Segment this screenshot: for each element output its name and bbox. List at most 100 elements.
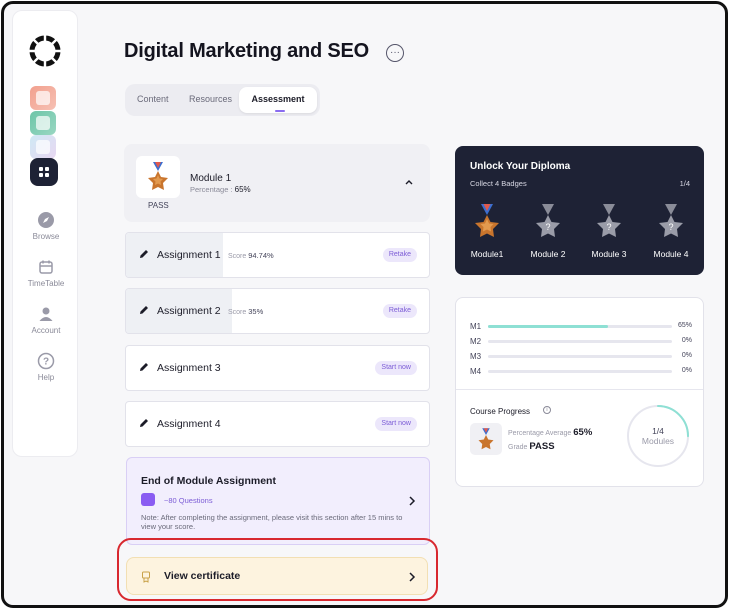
pencil-icon [140,419,148,427]
badge-label: Module1 [470,249,504,259]
assignment-row[interactable]: Assignment 2 Score 35% Retake [125,288,430,334]
percentage-average: Percentage Average 65% [508,427,593,438]
app-thumbnail[interactable] [30,111,56,135]
app-thumbnail[interactable] [30,135,56,159]
sidebar-item-browse[interactable]: Browse [13,211,79,241]
module-badge-locked: ? [523,204,573,240]
pencil-icon [140,363,148,371]
tab-bar: Content Resources Assessment [125,84,320,116]
medal-icon [478,427,494,449]
module-badge-unlocked [462,204,512,240]
grid-icon [39,167,49,177]
chevron-right-icon[interactable] [408,496,416,506]
module-progress-value: 0% [681,352,692,359]
tab-content[interactable]: Content [137,94,169,104]
grade: Grade PASS [508,441,555,452]
course-progress-title: Course Progress [470,407,531,416]
certificate-icon [142,571,150,583]
module-progress-label: M1 [470,322,482,331]
diploma-subtitle: Collect 4 Badges [470,179,527,188]
end-of-module-title: End of Module Assignment [141,475,276,487]
view-certificate-button[interactable]: View certificate [126,557,428,595]
badge-label: Module 2 [530,249,566,259]
modules-progress-text: 1/4 Modules [641,426,675,446]
sidebar-item-label: Account [31,326,61,335]
module-card[interactable]: PASS Module 1 Percentage : 65% [124,144,430,222]
progress-track [488,340,672,343]
locked-medal-icon: ? [597,204,621,237]
module-progress-row: M3 0% [470,352,692,362]
assignment-score: Score 94.74% [228,251,274,260]
folder-icon [141,493,155,506]
end-of-module-note: Note: After completing the assignment, p… [141,513,403,531]
brand-logo-icon[interactable] [28,34,62,68]
user-icon [39,307,53,321]
progress-track [488,355,672,358]
app-thumbnail[interactable] [30,86,56,110]
progress-track [488,370,672,373]
end-of-module-card[interactable]: End of Module Assignment ~80 Questions N… [126,457,430,545]
module-percentage: Percentage : 65% [190,185,251,194]
assignment-score: Score 35% [228,307,264,316]
medal-icon [148,162,168,190]
assignment-name: Assignment 4 [157,418,221,430]
chevron-right-icon [409,572,416,582]
apps-grid-button[interactable] [30,158,58,186]
compass-icon [38,212,54,228]
svg-text:?: ? [668,222,673,232]
pencil-icon [140,250,148,258]
module-name: Module 1 [190,173,232,184]
percentage-label: Percentage : [190,185,233,194]
assignment-name: Assignment 2 [157,305,221,317]
info-icon[interactable]: i [543,406,551,414]
sidebar-item-label: Help [37,373,55,382]
module-progress-row: M4 0% [470,367,692,377]
badge-label: Module 4 [653,249,689,259]
more-icon: ··· [390,47,400,58]
retake-button[interactable]: Retake [382,304,417,318]
module-progress-value: 65% [677,322,692,329]
assignment-row[interactable]: Assignment 1 Score 94.74% Retake [125,232,430,278]
module-status: PASS [148,201,169,210]
active-tab-indicator [275,110,285,112]
sidebar-item-account[interactable]: Account [13,305,79,335]
more-options-button[interactable]: ··· [386,44,404,62]
start-now-button[interactable]: Start now [375,417,417,431]
diploma-title: Unlock Your Diploma [470,161,571,172]
module-badge-locked: ? [646,204,696,240]
question-count: ~80 Questions [164,496,213,505]
sidebar-item-timetable[interactable]: TimeTable [13,258,79,288]
module-badge [136,156,180,198]
module-progress-row: M1 65% [470,322,692,332]
assignment-row[interactable]: Assignment 4 Start now [125,401,430,447]
chevron-up-icon[interactable] [404,177,414,187]
module-progress-label: M3 [470,352,482,361]
sidebar: Browse TimeTable Account ? Help [12,10,78,457]
diploma-card: Unlock Your Diploma Collect 4 Badges 1/4… [455,146,704,275]
help-icon: ? [37,352,55,370]
diploma-count: 1/4 [679,179,690,188]
svg-text:?: ? [545,222,550,232]
module-progress-value: 0% [681,367,692,374]
percentage-value: 65% [234,185,251,194]
svg-text:?: ? [606,222,611,232]
tab-resources[interactable]: Resources [189,94,232,104]
calendar-icon [39,260,53,274]
progress-fill [488,325,608,328]
assignment-name: Assignment 3 [157,362,221,374]
retake-button[interactable]: Retake [382,248,417,262]
progress-track [488,325,672,328]
assignment-row[interactable]: Assignment 3 Start now [125,345,430,391]
module-progress-value: 0% [681,337,692,344]
progress-card: M1 65% M2 0% M3 0% M4 0% Course Progress… [455,297,704,487]
sidebar-item-label: Browse [32,232,60,241]
module-progress-row: M2 0% [470,337,692,347]
assignment-name: Assignment 1 [157,249,221,261]
locked-medal-icon: ? [659,204,683,237]
sidebar-item-help[interactable]: ? Help [13,352,79,382]
module-progress-label: M4 [470,367,482,376]
divider [456,389,703,390]
sidebar-item-label: TimeTable [27,279,65,288]
medal-icon [475,204,499,237]
start-now-button[interactable]: Start now [375,361,417,375]
